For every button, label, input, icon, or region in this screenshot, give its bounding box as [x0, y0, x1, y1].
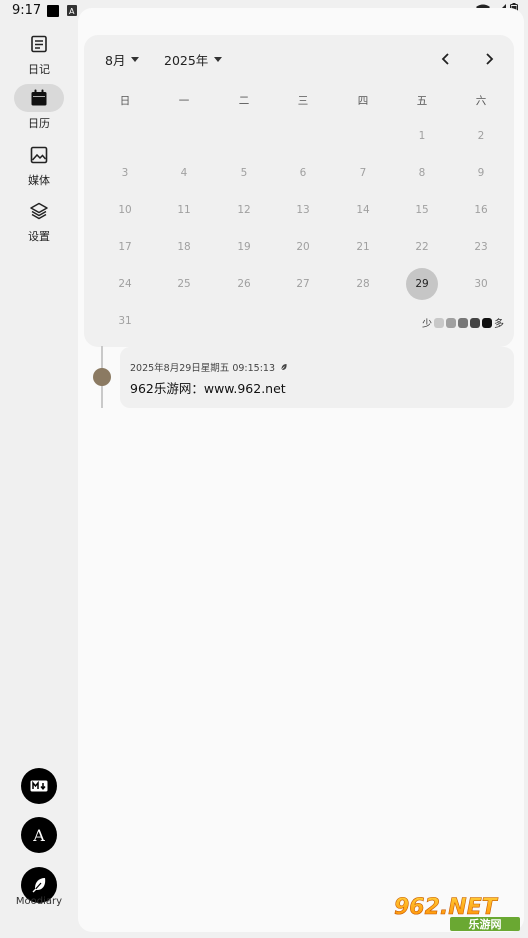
calendar-day[interactable]: 18 [168, 231, 200, 263]
nav-label-calendar: 日历 [28, 117, 50, 130]
calendar-day[interactable]: 17 [109, 231, 141, 263]
navigation-rail: 日记 日历 媒体 设置 A Moodiary [0, 22, 78, 938]
year-dropdown[interactable]: 2025年 [164, 50, 223, 69]
calendar-day[interactable]: 7 [347, 157, 379, 189]
calendar-day[interactable]: 31 [109, 305, 141, 337]
calendar-day[interactable]: 5 [228, 157, 260, 189]
watermark-logo: 962.NET 乐游网 [394, 895, 520, 931]
legend-more-label: 多 [494, 319, 504, 330]
legend-swatch [470, 317, 480, 328]
font-notification-icon: A [67, 5, 77, 16]
mood-dot [93, 368, 111, 386]
calendar-day[interactable]: 27 [287, 268, 319, 300]
feather-icon [280, 363, 287, 371]
weekday-label: 五 [416, 95, 428, 107]
calendar-day[interactable]: 4 [168, 157, 200, 189]
layers-icon [30, 202, 48, 220]
image-icon [30, 146, 48, 164]
weekday-label: 一 [178, 95, 190, 107]
diary-entry-card[interactable]: 2025年8月29日星期五 09:15:13 962乐游网：www.962.ne… [120, 347, 514, 408]
chevron-down-icon [214, 57, 223, 62]
entry-datetime: 2025年8月29日星期五 09:15:13 [130, 363, 275, 374]
calendar-day[interactable]: 20 [287, 231, 319, 263]
entry-content: 962乐游网：www.962.net [130, 381, 286, 396]
app-name: Moodiary [15, 896, 63, 907]
notification-icon [47, 5, 59, 17]
prev-month-button[interactable] [434, 47, 458, 71]
chevron-down-icon [131, 57, 140, 62]
calendar-icon [31, 89, 47, 106]
chevron-left-icon [441, 53, 449, 65]
legend-swatch [458, 317, 468, 328]
svg-text:A: A [32, 826, 45, 844]
year-label: 2025年 [164, 53, 209, 68]
calendar-day-selected[interactable]: 29 [406, 268, 438, 300]
nav-item-calendar[interactable]: 日历 [14, 84, 64, 136]
legend-swatch [482, 317, 492, 328]
next-month-button[interactable] [477, 47, 501, 71]
watermark-subtitle: 乐游网 [469, 917, 502, 931]
calendar-day[interactable]: 15 [406, 194, 438, 226]
legend-swatch [434, 317, 444, 328]
watermark-brand: 962.NET [394, 895, 499, 920]
calendar-card: 8月 2025年 日一二三四五六 1 2 3 4 5 6 7 8 9 10 11 12 13 14 15 16… [84, 35, 514, 347]
legend-swatch [446, 317, 456, 328]
month-dropdown[interactable]: 8月 [105, 50, 140, 69]
calendar-day[interactable]: 11 [168, 194, 200, 226]
markdown-icon [30, 780, 48, 792]
calendar-day[interactable]: 8 [406, 157, 438, 189]
font-button[interactable]: A [21, 817, 57, 853]
svg-text:A: A [69, 7, 75, 16]
calendar-day[interactable]: 10 [109, 194, 141, 226]
markdown-button[interactable] [21, 768, 57, 804]
weekday-label: 六 [475, 95, 487, 107]
calendar-day[interactable]: 14 [347, 194, 379, 226]
calendar-day[interactable]: 16 [465, 194, 497, 226]
nav-label-settings: 设置 [28, 230, 50, 243]
calendar-day[interactable]: 28 [347, 268, 379, 300]
weekday-label: 三 [297, 95, 309, 107]
weekday-label: 四 [357, 95, 369, 107]
legend-less-label: 少 [422, 319, 432, 330]
calendar-day[interactable]: 9 [465, 157, 497, 189]
nav-label-diary: 日记 [28, 63, 50, 76]
weekday-label: 日 [119, 95, 131, 107]
calendar-day[interactable]: 23 [465, 231, 497, 263]
calendar-day[interactable]: 24 [109, 268, 141, 300]
feather-icon [32, 878, 46, 893]
nav-item-settings[interactable]: 设置 [14, 197, 64, 249]
diary-icon [31, 35, 47, 53]
nav-item-diary[interactable]: 日记 [14, 30, 64, 82]
heat-legend: 少 多 [422, 315, 504, 330]
calendar-day[interactable]: 19 [228, 231, 260, 263]
calendar-day[interactable]: 6 [287, 157, 319, 189]
weekday-label: 二 [238, 95, 250, 107]
calendar-day[interactable]: 22 [406, 231, 438, 263]
chevron-right-icon [486, 53, 494, 65]
status-time: 9:17 [12, 3, 42, 18]
calendar-day[interactable]: 30 [465, 268, 497, 300]
calendar-day[interactable]: 25 [168, 268, 200, 300]
nav-item-media[interactable]: 媒体 [14, 141, 64, 193]
calendar-day[interactable]: 21 [347, 231, 379, 263]
calendar-day[interactable]: 2 [465, 120, 497, 152]
calendar-day[interactable]: 1 [406, 120, 438, 152]
nav-label-media: 媒体 [28, 174, 50, 187]
calendar-day[interactable]: 26 [228, 268, 260, 300]
calendar-day[interactable]: 12 [228, 194, 260, 226]
month-label: 8月 [105, 53, 126, 68]
entry-meta: 2025年8月29日星期五 09:15:13 [130, 360, 288, 374]
calendar-day[interactable]: 13 [287, 194, 319, 226]
font-icon: A [32, 826, 45, 844]
main-panel: 8月 2025年 日一二三四五六 1 2 3 4 5 6 7 8 9 10 11 12 13 14 15 16… [78, 8, 524, 932]
calendar-day[interactable]: 3 [109, 157, 141, 189]
